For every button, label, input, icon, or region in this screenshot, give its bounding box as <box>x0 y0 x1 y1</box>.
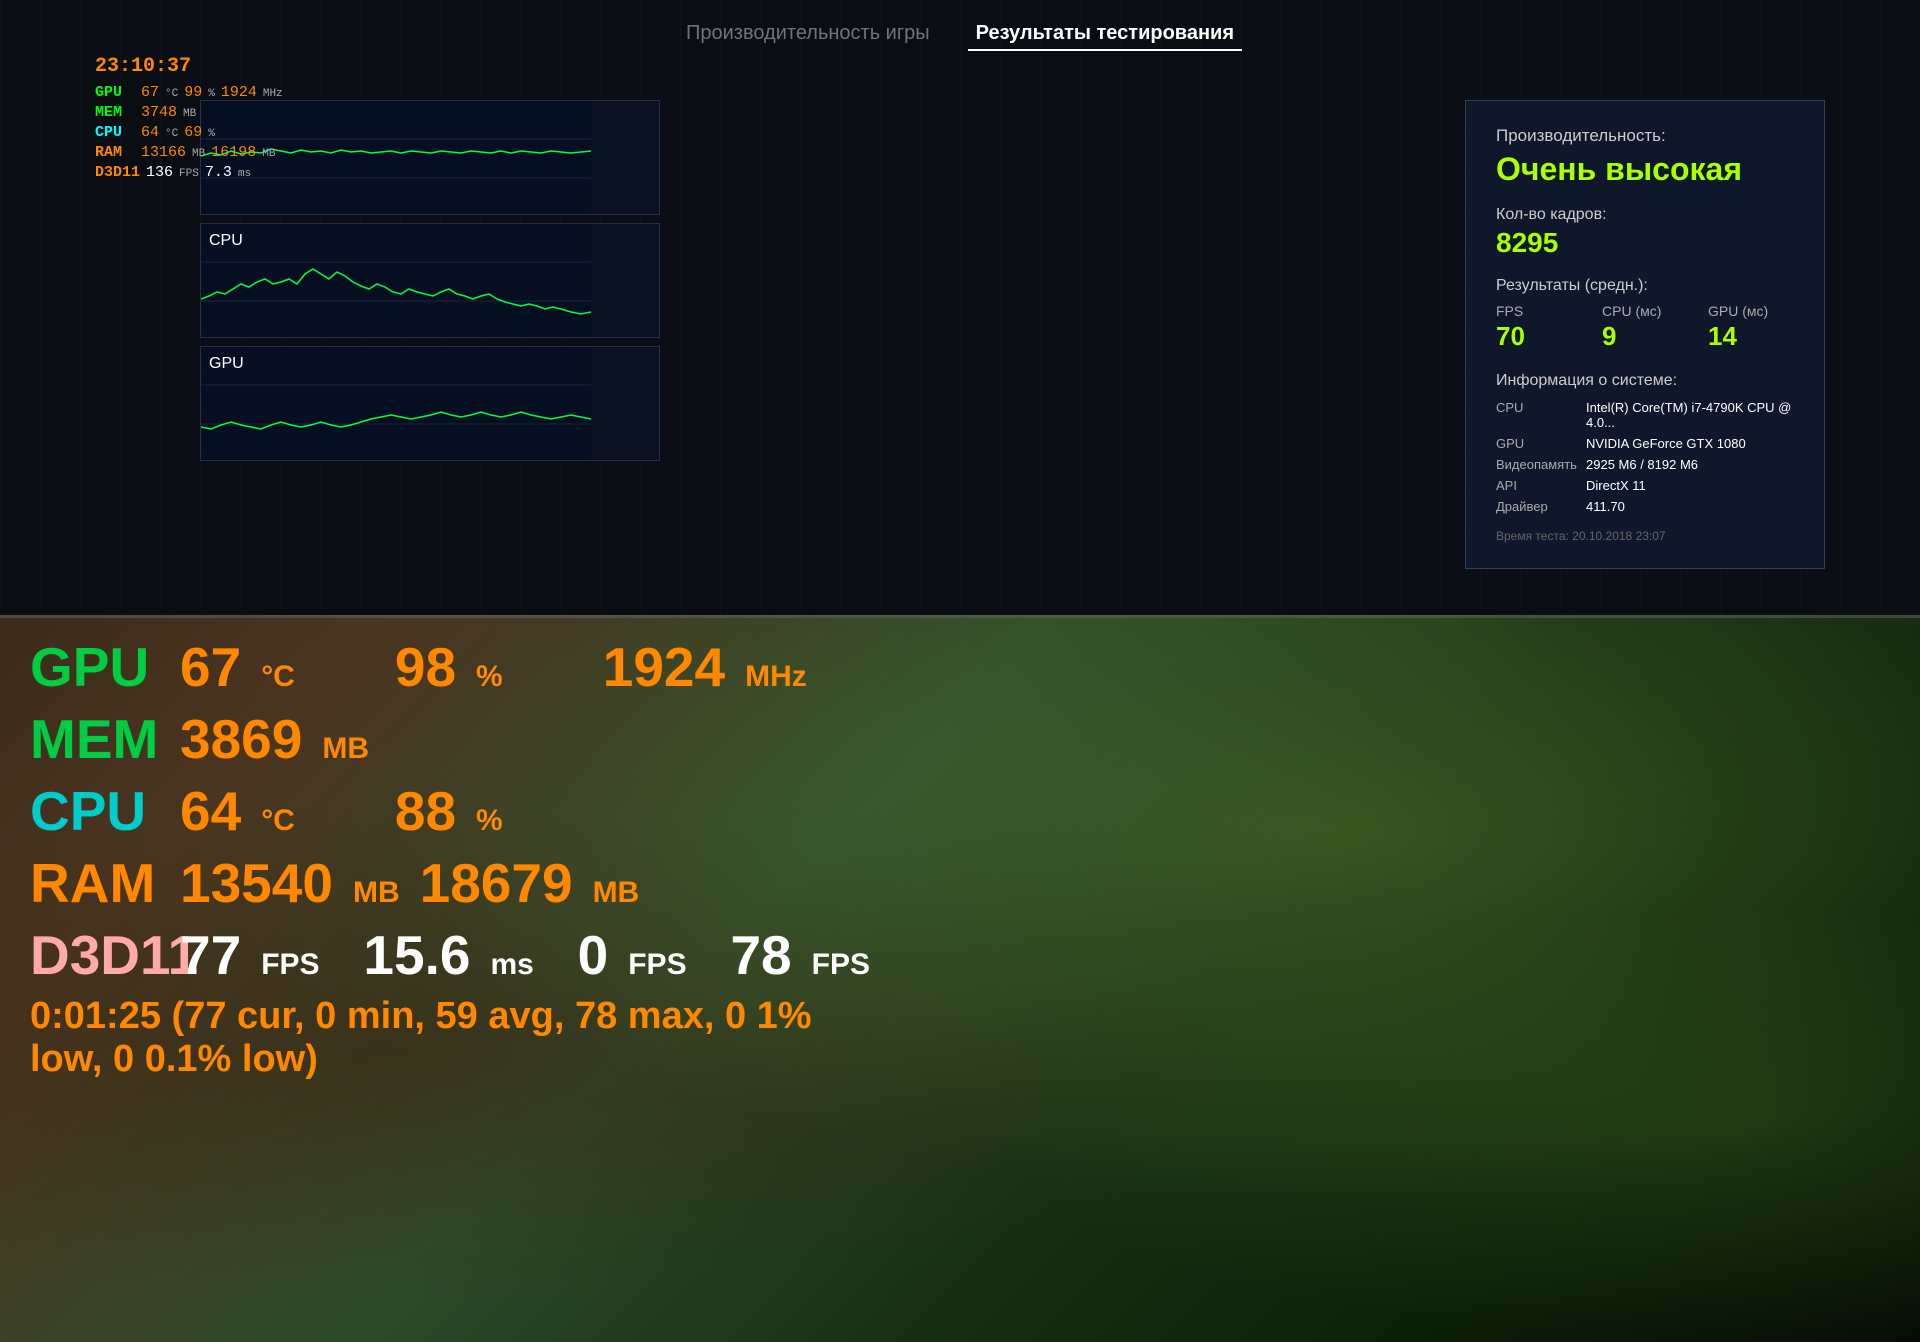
bhud-cpu-label: CPU <box>30 779 160 843</box>
hud-cpu-row: CPU 64°C 69% <box>95 124 283 141</box>
sysinfo-vram-key: Видеопамять <box>1496 457 1586 472</box>
perf-label: Производительность: <box>1496 126 1794 146</box>
tab-bar: Производительность игры Результаты тести… <box>678 18 1242 51</box>
bottom-hud: GPU 67°C 98% 1924MHz MEM 3869MB CPU 64°C… <box>0 615 900 1101</box>
bhud-ram-row: RAM 13540MB 18679MB <box>30 851 870 915</box>
bhud-d3d-ms: 15.6 <box>363 923 470 987</box>
sysinfo-driver-val: 411.70 <box>1586 499 1794 514</box>
cpu-graph-svg <box>201 224 591 338</box>
bhud-gpu-clock: 1924 <box>603 635 725 699</box>
bhud-bottom-line: 0:01:25 (77 cur, 0 min, 59 avg, 78 max, … <box>30 995 870 1081</box>
sysinfo-api-key: API <box>1496 478 1586 493</box>
bhud-gpu-label: GPU <box>30 635 160 699</box>
hud-d3d-row: D3D11 136FPS 7.3ms <box>95 164 283 181</box>
bhud-cpu-row: CPU 64°C 88% <box>30 779 870 843</box>
hud-ram-row: RAM 13166MB 16198MB <box>95 144 283 161</box>
cpu-graph-section: CPU 21 9 6 <box>200 223 660 338</box>
cpu-graph-container: CPU 21 9 6 <box>200 223 660 338</box>
results-panel: Производительность: Очень высокая Кол-во… <box>1465 100 1825 569</box>
hud-mem-val: 3748 <box>141 104 177 121</box>
tab-test-results[interactable]: Результаты тестирования <box>968 18 1242 51</box>
hud-gpu-row: GPU 67°C 99% 1924MHz <box>95 84 283 101</box>
gpu-ms-stat: GPU (мс) 14 <box>1708 303 1794 352</box>
sysinfo-cpu-row: CPU Intel(R) Core(TM) i7-4790K CPU @ 4.0… <box>1496 400 1794 430</box>
bhud-cpu-temp: 64 <box>180 779 241 843</box>
sysinfo-vram-val: 2925 М6 / 8192 М6 <box>1586 457 1794 472</box>
sysinfo-vram-row: Видеопамять 2925 М6 / 8192 М6 <box>1496 457 1794 472</box>
bhud-d3d-label: D3D11 <box>30 923 160 987</box>
bhud-d3d-fps: 77 <box>180 923 241 987</box>
bhud-ram-used: 13540 <box>180 851 333 915</box>
gpu-graph-svg <box>201 347 591 461</box>
cpu-ms-stat-value: 9 <box>1602 321 1688 352</box>
bhud-gpu-row: GPU 67°C 98% 1924MHz <box>30 635 870 699</box>
hud-ram-total: 16198 <box>211 144 256 161</box>
bhud-mem-label: MEM <box>30 707 160 771</box>
hud-cpu-label: CPU <box>95 124 135 141</box>
tab-game-perf[interactable]: Производительность игры <box>678 18 938 51</box>
top-panel: Производительность игры Результаты тести… <box>0 0 1920 615</box>
frames-value: 8295 <box>1496 227 1794 259</box>
avg-label: Результаты (средн.): <box>1496 277 1794 295</box>
hud-time: 23:10:37 <box>95 55 283 78</box>
sysinfo-label: Информация о системе: <box>1496 372 1794 390</box>
hud-gpu-clock: 1924 <box>221 84 257 101</box>
sysinfo-driver-key: Драйвер <box>1496 499 1586 514</box>
cpu-graph-label: CPU <box>209 232 243 250</box>
fps-stat: FPS 70 <box>1496 303 1582 352</box>
hud-cpu-temp: 64 <box>141 124 159 141</box>
hud-gpu-load: 99 <box>184 84 202 101</box>
bhud-ram-total: 18679 <box>420 851 573 915</box>
hud-d3d-fps: 136 <box>146 164 173 181</box>
hud-top-overlay: 23:10:37 GPU 67°C 99% 1924MHz MEM 3748MB… <box>95 55 283 184</box>
sysinfo-gpu-key: GPU <box>1496 436 1586 451</box>
bhud-gpu-temp: 67 <box>180 635 241 699</box>
gpu-graph-container: GPU 21 14 11 <box>200 346 660 461</box>
sysinfo-api-row: API DirectX 11 <box>1496 478 1794 493</box>
hud-ram-used: 13166 <box>141 144 186 161</box>
stats-row: FPS 70 CPU (мс) 9 GPU (мс) 14 <box>1496 303 1794 352</box>
sysinfo-gpu-val: NVIDIA GeForce GTX 1080 <box>1586 436 1794 451</box>
sysinfo-cpu-key: CPU <box>1496 400 1586 430</box>
bhud-gpu-load: 98 <box>395 635 456 699</box>
sysinfo-driver-row: Драйвер 411.70 <box>1496 499 1794 514</box>
fps-stat-value: 70 <box>1496 321 1582 352</box>
hud-gpu-label: GPU <box>95 84 135 101</box>
bhud-ram-label: RAM <box>30 851 160 915</box>
hud-d3d-ms: 7.3 <box>205 164 232 181</box>
sysinfo-table: CPU Intel(R) Core(TM) i7-4790K CPU @ 4.0… <box>1496 400 1794 514</box>
gpu-ms-stat-value: 14 <box>1708 321 1794 352</box>
bhud-cpu-load: 88 <box>395 779 456 843</box>
results-timestamp: Время теста: 20.10.2018 23:07 <box>1496 529 1794 543</box>
fps-stat-label: FPS <box>1496 303 1582 319</box>
gpu-graph-section: GPU 21 14 11 <box>200 346 660 461</box>
bhud-d3d-row: D3D11 77FPS 15.6ms 0FPS 78FPS <box>30 923 870 987</box>
sysinfo-cpu-val: Intel(R) Core(TM) i7-4790K CPU @ 4.0... <box>1586 400 1794 430</box>
gpu-graph-label: GPU <box>209 355 244 373</box>
hud-ram-label: RAM <box>95 144 135 161</box>
hud-cpu-load: 69 <box>184 124 202 141</box>
hud-d3d-label: D3D11 <box>95 164 140 181</box>
perf-value: Очень высокая <box>1496 151 1794 188</box>
cpu-ms-stat: CPU (мс) 9 <box>1602 303 1688 352</box>
bhud-mem-val: 3869 <box>180 707 302 771</box>
frames-label: Кол-во кадров: <box>1496 206 1794 224</box>
hud-mem-label: MEM <box>95 104 135 121</box>
bhud-d3d-fps3: 78 <box>730 923 791 987</box>
sysinfo-api-val: DirectX 11 <box>1586 478 1794 493</box>
hud-mem-row: MEM 3748MB <box>95 104 283 121</box>
bhud-mem-row: MEM 3869MB <box>30 707 870 771</box>
bhud-d3d-fps2: 0 <box>578 923 609 987</box>
gpu-ms-stat-label: GPU (мс) <box>1708 303 1794 319</box>
sysinfo-gpu-row: GPU NVIDIA GeForce GTX 1080 <box>1496 436 1794 451</box>
hud-gpu-temp: 67 <box>141 84 159 101</box>
cpu-ms-stat-label: CPU (мс) <box>1602 303 1688 319</box>
